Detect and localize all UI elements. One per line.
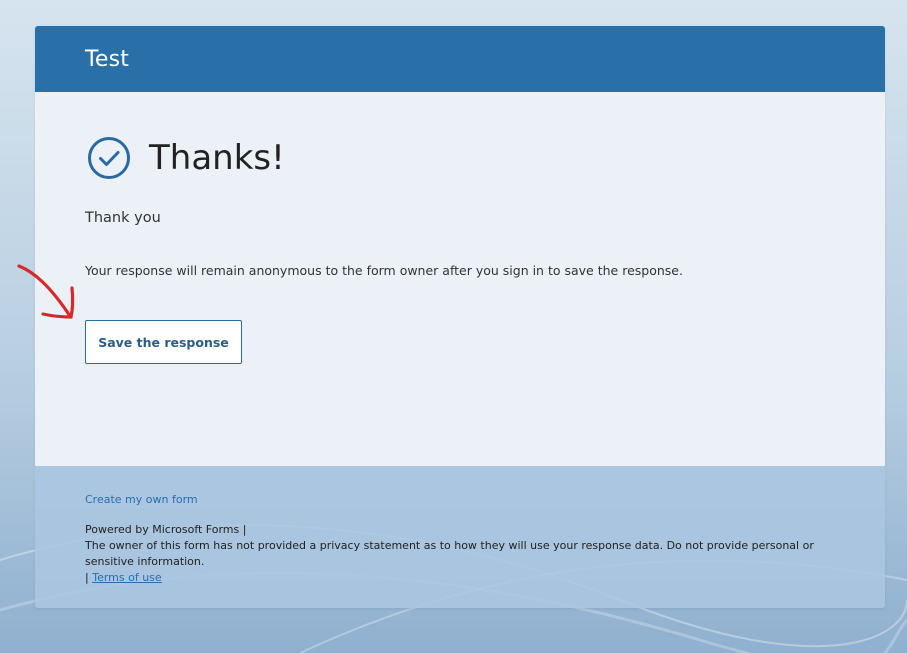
check-circle-icon	[87, 136, 131, 180]
privacy-statement: The owner of this form has not provided …	[85, 539, 814, 568]
form-footer: Create my own form Powered by Microsoft …	[35, 466, 885, 608]
terms-of-use-link[interactable]: Terms of use	[92, 571, 161, 584]
thanks-row: Thanks!	[87, 136, 285, 180]
form-header: Test	[35, 26, 885, 92]
powered-by-text: Powered by Microsoft Forms |	[85, 523, 247, 536]
thank-you-message: Thank you	[85, 210, 161, 226]
anonymous-notice: Your response will remain anonymous to t…	[85, 263, 683, 278]
terms-separator: |	[85, 571, 89, 584]
create-own-form-link[interactable]: Create my own form	[85, 492, 198, 508]
form-title: Test	[85, 46, 130, 72]
confirmation-panel: Thanks! Thank you Your response will rem…	[35, 92, 885, 466]
form-card: Test Thanks! Thank you Your response wil…	[35, 26, 885, 608]
save-response-button[interactable]: Save the response	[85, 320, 242, 364]
terms-row: | Terms of use	[85, 570, 835, 586]
thanks-heading: Thanks!	[149, 138, 285, 178]
